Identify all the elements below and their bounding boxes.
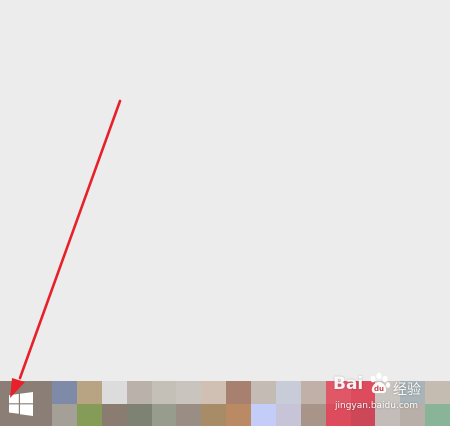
taskbar-app-icon[interactable] <box>76 381 102 404</box>
windows-logo-icon <box>9 391 33 416</box>
taskbar-app-icon[interactable] <box>400 381 426 404</box>
taskbar-app-icon[interactable] <box>375 381 401 404</box>
taskbar-app-icon[interactable] <box>101 403 127 426</box>
taskbar-app-icon[interactable] <box>226 403 251 426</box>
taskbar-row <box>52 403 450 426</box>
taskbar <box>0 381 450 426</box>
taskbar-app-icon[interactable] <box>201 381 227 404</box>
taskbar-row <box>52 381 450 404</box>
taskbar-app-icon[interactable] <box>101 381 127 404</box>
taskbar-app-icon[interactable] <box>126 403 152 426</box>
taskbar-app-icon[interactable] <box>151 403 177 426</box>
taskbar-app-icon[interactable] <box>425 403 450 426</box>
taskbar-app-icon[interactable] <box>251 381 276 404</box>
taskbar-app-icon[interactable] <box>350 403 376 426</box>
taskbar-app-icon[interactable] <box>300 403 326 426</box>
taskbar-app-icon[interactable] <box>201 403 227 426</box>
taskbar-app-icon[interactable] <box>76 403 102 426</box>
taskbar-app-icon[interactable] <box>176 403 202 426</box>
taskbar-app-icon[interactable] <box>52 381 77 404</box>
taskbar-app-icon[interactable] <box>52 403 77 426</box>
taskbar-app-icon[interactable] <box>275 403 301 426</box>
taskbar-app-icon[interactable] <box>275 381 301 404</box>
taskbar-app-icon[interactable] <box>425 381 450 404</box>
taskbar-app-icon[interactable] <box>325 403 351 426</box>
taskbar-app-icon[interactable] <box>375 403 401 426</box>
taskbar-app-icon[interactable] <box>325 381 351 404</box>
taskbar-app-icon[interactable] <box>300 381 326 404</box>
taskbar-apps <box>52 381 450 426</box>
start-button[interactable] <box>0 381 52 426</box>
taskbar-app-icon[interactable] <box>151 381 177 404</box>
taskbar-app-icon[interactable] <box>176 381 202 404</box>
taskbar-app-icon[interactable] <box>126 381 152 404</box>
taskbar-app-icon[interactable] <box>251 403 276 426</box>
taskbar-app-icon[interactable] <box>226 381 251 404</box>
taskbar-app-icon[interactable] <box>400 403 426 426</box>
desktop-background <box>0 0 450 381</box>
taskbar-app-icon[interactable] <box>350 381 376 404</box>
